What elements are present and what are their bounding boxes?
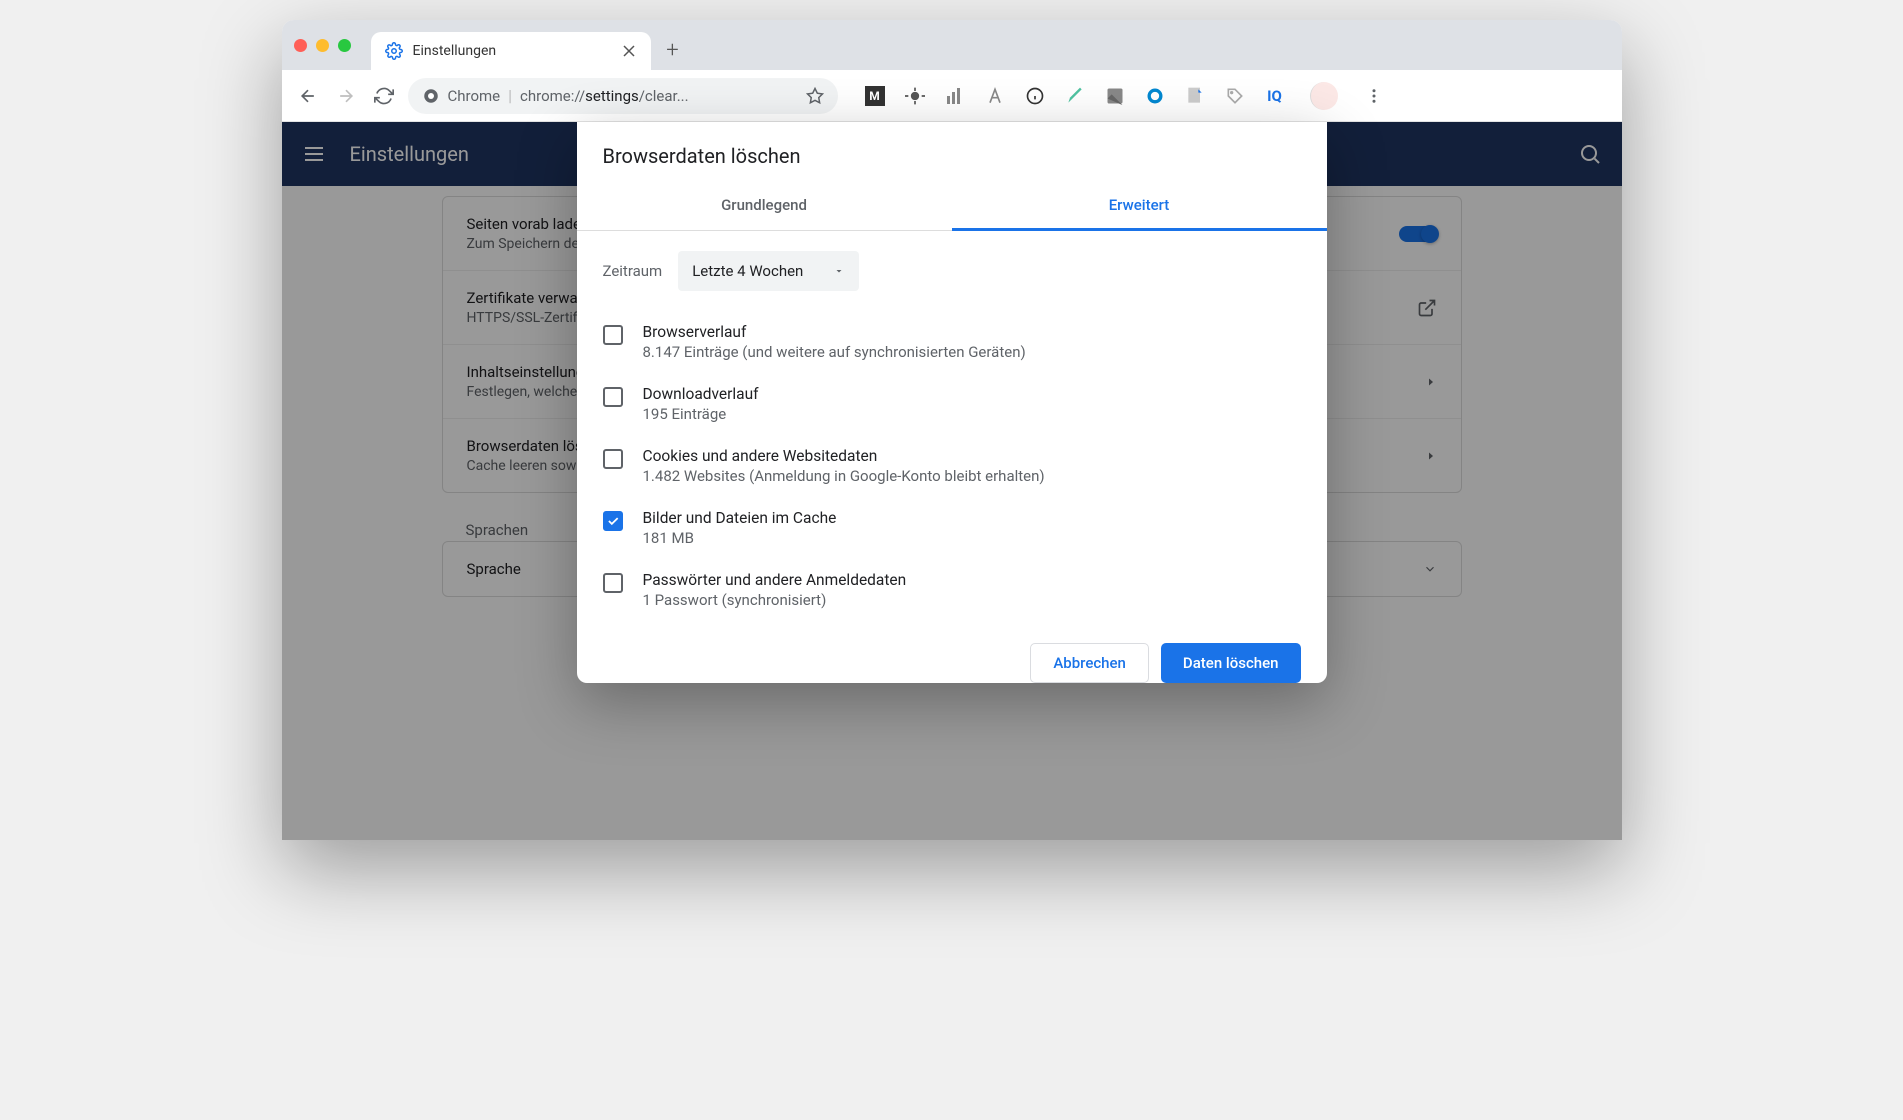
tab-title: Einstellungen bbox=[413, 43, 611, 59]
extension-info-icon[interactable] bbox=[1024, 85, 1046, 107]
extension-brush-icon[interactable] bbox=[1064, 85, 1086, 107]
tab-advanced[interactable]: Erweitert bbox=[952, 182, 1327, 231]
option-title: Bilder und Dateien im Cache bbox=[643, 509, 837, 527]
settings-icon bbox=[385, 42, 403, 60]
clear-option[interactable]: Downloadverlauf 195 Einträge bbox=[603, 373, 1301, 435]
extension-m-icon[interactable]: M bbox=[864, 85, 886, 107]
profile-avatar[interactable] bbox=[1310, 82, 1338, 110]
chrome-icon bbox=[422, 87, 440, 105]
forward-button[interactable] bbox=[332, 82, 360, 110]
browser-menu-button[interactable] bbox=[1360, 87, 1388, 105]
extension-bug-icon[interactable] bbox=[904, 85, 926, 107]
bookmark-star-icon[interactable] bbox=[806, 87, 824, 105]
dropdown-arrow-icon bbox=[833, 265, 845, 277]
option-sub: 195 Einträge bbox=[643, 405, 759, 423]
extension-tag-icon[interactable] bbox=[1224, 85, 1246, 107]
option-title: Cookies und andere Websitedaten bbox=[643, 447, 1045, 465]
clear-options: Browserverlauf 8.147 Einträge (und weiter… bbox=[577, 311, 1327, 621]
tab-close-button[interactable] bbox=[621, 43, 637, 59]
close-window-button[interactable] bbox=[294, 39, 307, 52]
new-tab-button[interactable]: + bbox=[659, 36, 687, 64]
checkbox[interactable] bbox=[603, 325, 623, 345]
timerange-row: Zeitraum Letzte 4 Wochen bbox=[577, 231, 1327, 311]
omnibox-url: chrome://settings/clear... bbox=[520, 87, 689, 105]
confirm-button[interactable]: Daten löschen bbox=[1161, 643, 1301, 683]
checkbox[interactable] bbox=[603, 387, 623, 407]
extension-eq-icon[interactable] bbox=[944, 85, 966, 107]
option-sub: 8.147 Einträge (und weitere auf synchron… bbox=[643, 343, 1026, 361]
dialog-tabs: Grundlegend Erweitert bbox=[577, 182, 1327, 231]
clear-option[interactable]: Bilder und Dateien im Cache 181 MB bbox=[603, 497, 1301, 559]
dialog-footer: Abbrechen Daten löschen bbox=[577, 621, 1327, 683]
option-title: Browserverlauf bbox=[643, 323, 1026, 341]
toolbar: Chrome | chrome://settings/clear... M IQ bbox=[282, 70, 1622, 122]
clear-option[interactable]: Cookies und andere Websitedaten 1.482 Web… bbox=[603, 435, 1301, 497]
clear-data-dialog: Browserdaten löschen Grundlegend Erweite… bbox=[577, 122, 1327, 683]
checkbox[interactable] bbox=[603, 573, 623, 593]
extension-image-icon[interactable] bbox=[1104, 85, 1126, 107]
extension-note-icon[interactable] bbox=[1184, 85, 1206, 107]
clear-option[interactable]: Passwörter und andere Anmeldedaten 1 Pass… bbox=[603, 559, 1301, 621]
extension-circle-icon[interactable] bbox=[1144, 85, 1166, 107]
titlebar: Einstellungen + bbox=[282, 20, 1622, 70]
checkbox[interactable] bbox=[603, 449, 623, 469]
omnibox-scheme: Chrome bbox=[448, 87, 501, 105]
settings-page: Einstellungen Seiten vorab laden, um das… bbox=[282, 122, 1622, 840]
reload-button[interactable] bbox=[370, 82, 398, 110]
option-sub: 1 Passwort (synchronisiert) bbox=[643, 591, 907, 609]
extension-iq-icon[interactable]: IQ bbox=[1264, 85, 1286, 107]
timerange-label: Zeitraum bbox=[603, 262, 663, 280]
option-title: Downloadverlauf bbox=[643, 385, 759, 403]
minimize-window-button[interactable] bbox=[316, 39, 329, 52]
checkbox[interactable] bbox=[603, 511, 623, 531]
timerange-value: Letzte 4 Wochen bbox=[692, 262, 803, 280]
back-button[interactable] bbox=[294, 82, 322, 110]
option-sub: 1.482 Websites (Anmeldung in Google-Kont… bbox=[643, 467, 1045, 485]
tab-basic[interactable]: Grundlegend bbox=[577, 182, 952, 231]
traffic-lights bbox=[294, 39, 351, 52]
option-sub: 181 MB bbox=[643, 529, 837, 547]
extension-icons: M IQ bbox=[864, 85, 1286, 107]
timerange-dropdown[interactable]: Letzte 4 Wochen bbox=[678, 251, 859, 291]
cancel-button[interactable]: Abbrechen bbox=[1030, 643, 1149, 683]
browser-tab[interactable]: Einstellungen bbox=[371, 32, 651, 70]
browser-window: Einstellungen + Chrome | chrome://settin… bbox=[282, 20, 1622, 840]
address-bar[interactable]: Chrome | chrome://settings/clear... bbox=[408, 78, 838, 114]
dialog-title: Browserdaten löschen bbox=[577, 122, 1327, 182]
extension-lambda-icon[interactable] bbox=[984, 85, 1006, 107]
clear-option[interactable]: Browserverlauf 8.147 Einträge (und weiter… bbox=[603, 311, 1301, 373]
option-title: Passwörter und andere Anmeldedaten bbox=[643, 571, 907, 589]
maximize-window-button[interactable] bbox=[338, 39, 351, 52]
